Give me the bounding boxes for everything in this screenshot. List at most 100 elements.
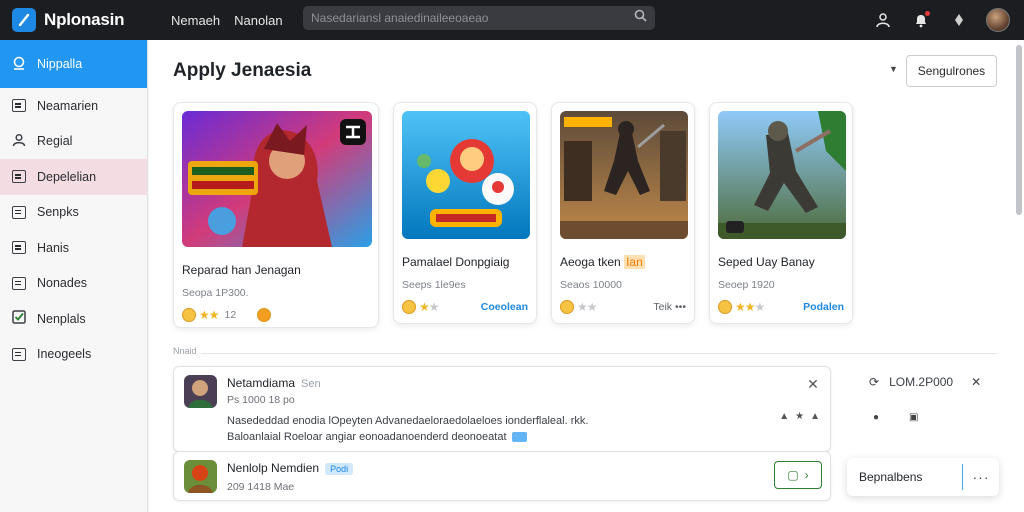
search-input[interactable] [311, 11, 634, 25]
sidebar-item-0[interactable]: Nippalla [0, 40, 147, 88]
sidebar-item-4[interactable]: Senpks [0, 195, 147, 231]
card-tag[interactable]: Teik ••• [653, 301, 686, 313]
side-panel-label: LOM.2P000 [889, 375, 954, 389]
notification-title: Nenlolp Nemdien Podi [227, 461, 354, 475]
document-icon [12, 170, 26, 184]
notification-card[interactable]: Netamdiama Sen Ps 1000 18 po Nasededdad e… [173, 366, 831, 452]
brand[interactable]: Nplonasin [0, 8, 165, 32]
close-icon[interactable]: ✕ [806, 377, 820, 391]
sidebar-item-label: Ineogeels [37, 347, 92, 362]
notification-title: Netamdiama Sen [227, 376, 321, 390]
app-cards: Reparad han Jenagan Seopa 1P300. ★★ 12 P… [173, 102, 853, 328]
notification-bell-icon[interactable] [910, 9, 932, 31]
card-title: Reparad han Jenagan [182, 263, 301, 277]
notification-meta: 209 1418 Mae [227, 481, 295, 493]
smiley-icon [402, 300, 416, 314]
sidebar-item-label: Neamarien [37, 98, 99, 113]
card-title: Seped Uay Banay [718, 255, 815, 269]
game-thumbnail-image [718, 111, 846, 239]
card-rating: ★★ 12 [182, 308, 370, 322]
smiley-icon [182, 308, 196, 322]
card-meta: Seopa 1P300. [182, 287, 249, 299]
folder-icon [12, 241, 26, 255]
sidebar-item-6[interactable]: Nonades [0, 266, 147, 302]
app-card[interactable]: Seped Uay Banay Seoep 1920 ★★★ Podalen [709, 102, 853, 324]
notification-card[interactable]: Nenlolp Nemdien Podi 209 1418 Mae ▢ › [173, 451, 831, 501]
card-tag[interactable]: Coeolean [481, 301, 528, 313]
chevron-down-icon[interactable]: ▼ [889, 64, 899, 74]
sidebar-item-1[interactable]: Neamarien [0, 88, 147, 124]
card-tag[interactable]: Podalen [803, 301, 844, 313]
pin-icon[interactable]: ▲ [779, 411, 789, 422]
card-meta: Seaos 10000 [560, 279, 622, 291]
top-nav: Nemaeh Nanolan [171, 13, 301, 28]
notification-body-text: Baloanlaial Roeloar angiar eonoadanoende… [227, 431, 507, 443]
home-icon [12, 56, 26, 73]
game-thumbnail-image [560, 111, 688, 239]
status-badge: Podi [325, 462, 354, 475]
calendar-icon [12, 276, 26, 290]
star-rating: ★★★ [735, 300, 765, 314]
app-title: Nplonasin [44, 10, 125, 29]
card-meta: Seoep 1920 [718, 279, 775, 291]
notification-body-line2: Baloanlaial Roeloar angiar eonoadanoende… [227, 429, 657, 445]
image-icon[interactable]: ▣ [909, 412, 918, 423]
refresh-icon[interactable]: ⟳ [869, 375, 879, 389]
section-divider [173, 353, 997, 354]
notification-title-text: Nenlolp Nemdien [227, 461, 320, 475]
notification-title-text: Netamdiama [227, 376, 296, 390]
nav-link-2[interactable]: Nanolan [234, 13, 282, 28]
chevron-right-icon: › [804, 468, 809, 482]
floating-card-label: Bepnalbens [859, 470, 923, 484]
user-icon[interactable] [872, 9, 894, 31]
star-icon[interactable]: ★ [795, 411, 804, 422]
search-icon[interactable] [634, 9, 647, 27]
user-avatar[interactable] [986, 8, 1010, 32]
star-rating: ★★ [419, 300, 440, 314]
chat-icon: ▢ [787, 468, 799, 482]
notification-actions: ▲ ★ ▲ [779, 411, 820, 422]
notification-subtitle: Sen [301, 378, 321, 390]
side-panel-row: ⟳ LOM.2P000 ✕ [869, 374, 999, 390]
nav-link-1[interactable]: Nemaeh [171, 13, 220, 28]
sidebar: Nippalla Neamarien Regial Depelelian Sen… [0, 40, 148, 512]
notification-dot [924, 10, 931, 17]
game-thumbnail-image [182, 111, 372, 247]
sidebar-item-3[interactable]: Depelelian [0, 159, 147, 195]
notification-body: Nasededdad enodia lOpeyten Advanedaelora… [227, 413, 657, 445]
notification-avatar [184, 460, 217, 493]
close-icon[interactable]: ✕ [971, 375, 981, 389]
dot-icon[interactable]: ● [873, 412, 879, 423]
app-card[interactable]: Pamalael Donpgiaig Seeps 1le9es ★★ Coeol… [393, 102, 537, 324]
section-label: Nnaid [173, 346, 201, 356]
sidebar-item-label: Senpks [37, 205, 79, 220]
sidebar-item-2[interactable]: Regial [0, 124, 147, 160]
sidebar-item-label: Hanis [37, 240, 69, 255]
grid-icon [12, 205, 26, 219]
sidebar-item-5[interactable]: Hanis [0, 230, 147, 266]
list-icon [12, 99, 26, 113]
card-title-text: Aeoga tken [560, 255, 621, 269]
top-actions [872, 0, 1010, 40]
sidebar-item-7[interactable]: Nenplals [0, 301, 147, 337]
sidebar-item-8[interactable]: Ineogeels [0, 337, 147, 373]
app-card[interactable]: Aeoga tken Ian Seaos 10000 ★★ Teik ••• [551, 102, 695, 324]
notification-meta: Ps 1000 18 po [227, 394, 295, 406]
card-title-badge: Ian [624, 255, 645, 269]
app-card[interactable]: Reparad han Jenagan Seopa 1P300. ★★ 12 [173, 102, 379, 328]
reaction-icon[interactable] [257, 308, 272, 322]
card-rating: ★★ Teik ••• [560, 300, 686, 314]
side-panel-icons: ● ▣ [873, 412, 999, 423]
notification-body-line: Nasededdad enodia lOpeyten Advanedaelora… [227, 415, 589, 427]
more-icon[interactable]: ··· [963, 469, 999, 485]
side-panel: ⟳ LOM.2P000 ✕ ● ▣ [869, 374, 999, 423]
star-rating: ★★ [199, 308, 219, 322]
scrollbar[interactable] [1016, 45, 1022, 215]
flag-icon[interactable]: ▲ [810, 411, 820, 422]
archive-icon [12, 347, 26, 361]
floating-card[interactable]: Bepnalbens ··· [847, 458, 999, 496]
sort-button[interactable]: Sengulrones [906, 55, 997, 87]
pin-icon[interactable] [948, 9, 970, 31]
open-button[interactable]: ▢ › [774, 461, 822, 489]
notification-avatar [184, 375, 217, 408]
